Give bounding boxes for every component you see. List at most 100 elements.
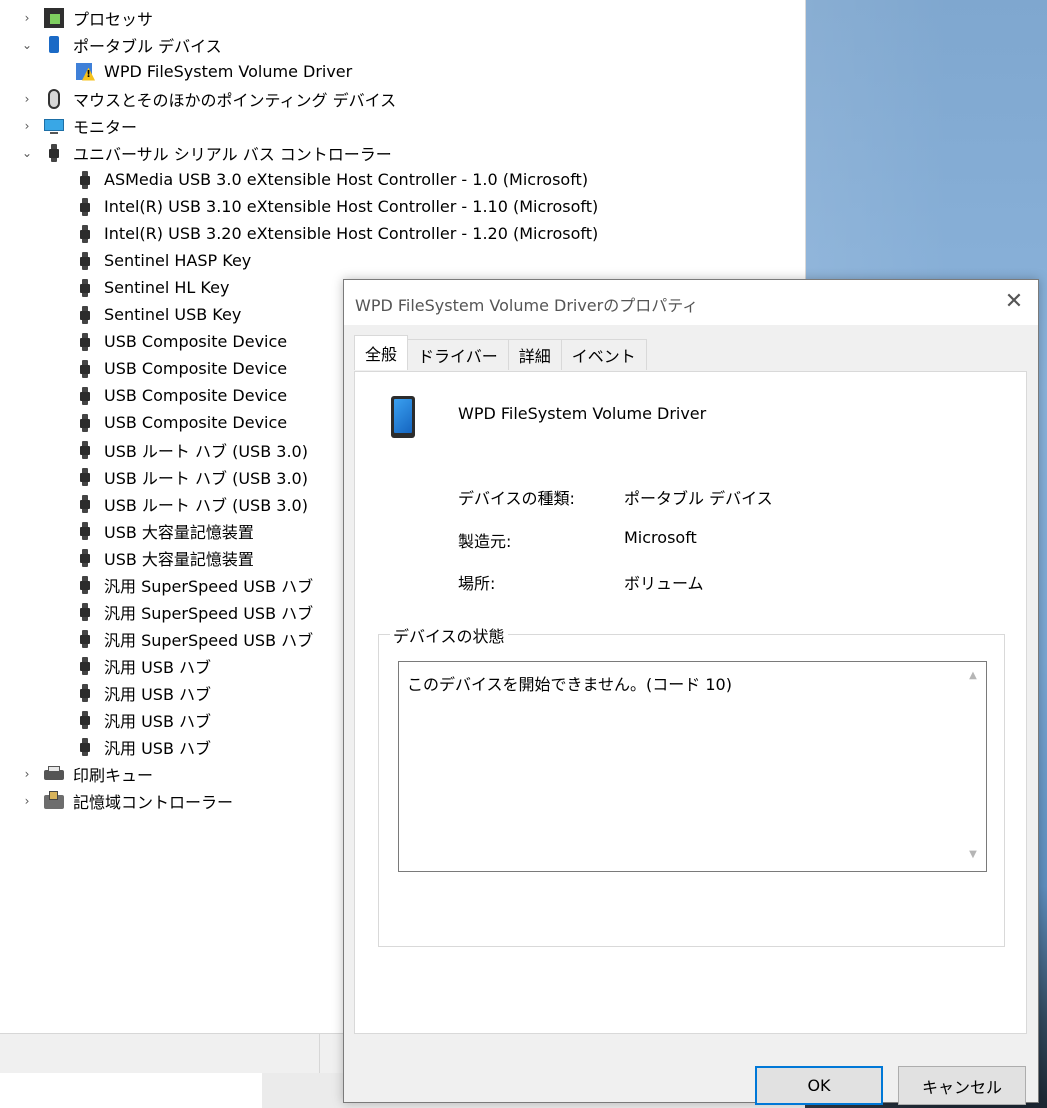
device-status-textbox[interactable]: このデバイスを開始できません。(コード 10) ▲ ▼ [398, 661, 987, 872]
chevron-right-icon[interactable]: › [20, 11, 34, 25]
tree-device-item[interactable]: 汎用 USB ハブ [75, 652, 211, 679]
tree-item-label: 汎用 SuperSpeed USB ハブ [104, 576, 314, 596]
tree-device-item[interactable]: USB Composite Device [75, 409, 287, 436]
tree-item-label: ポータブル デバイス [73, 36, 222, 56]
printer-icon [44, 764, 64, 784]
chevron-right-icon[interactable]: › [20, 767, 34, 781]
tree-device-item[interactable]: USB 大容量記憶装置 [75, 517, 254, 544]
tab-general[interactable]: 全般 [354, 335, 409, 370]
portable-device-icon [44, 35, 64, 55]
tree-item-label: ASMedia USB 3.0 eXtensible Host Controll… [104, 170, 589, 189]
tree-item-label: 汎用 USB ハブ [104, 711, 212, 731]
properties-dialog: WPD FileSystem Volume Driverのプロパティ ✕ 全般 … [343, 279, 1039, 1103]
tab-details-label: 詳細 [518, 347, 551, 366]
tree-category-item[interactable]: ⌄ ポータブル デバイス [20, 31, 222, 58]
chevron-right-icon[interactable]: › [20, 119, 34, 133]
location-value: ボリューム [624, 574, 704, 593]
tree-device-item[interactable]: 汎用 SuperSpeed USB ハブ [75, 571, 313, 598]
tab-general-label: 全般 [365, 345, 398, 364]
chevron-down-icon[interactable]: ⌄ [20, 146, 34, 160]
dialog-title: WPD FileSystem Volume Driverのプロパティ [355, 296, 699, 315]
storage-controller-icon [44, 790, 64, 811]
close-icon[interactable]: ✕ [1000, 288, 1028, 316]
tree-device-item[interactable]: USB ルート ハブ (USB 3.0) [75, 436, 308, 463]
chevron-down-icon[interactable]: ⌄ [20, 38, 34, 52]
usb-icon [75, 251, 95, 271]
manufacturer-label: 製造元: [458, 532, 512, 551]
device-type-value: ポータブル デバイス [624, 489, 773, 508]
usb-icon [75, 170, 95, 190]
tree-device-item[interactable]: WPD FileSystem Volume Driver [75, 58, 352, 85]
tree-item-label: 汎用 SuperSpeed USB ハブ [104, 603, 314, 623]
tree-category-item[interactable]: › 印刷キュー [20, 760, 153, 787]
usb-icon [75, 602, 95, 622]
tree-item-label: Sentinel HASP Key [104, 251, 252, 270]
tree-category-item[interactable]: › 記憶域コントローラー [20, 787, 233, 814]
tree-item-label: USB Composite Device [104, 386, 288, 405]
tree-item-label: USB ルート ハブ (USB 3.0) [104, 468, 308, 488]
usb-icon [75, 521, 95, 541]
usb-icon [75, 737, 95, 757]
usb-icon [75, 224, 95, 244]
tree-item-label: 汎用 USB ハブ [104, 738, 212, 758]
usb-icon [75, 629, 95, 649]
tree-device-item[interactable]: Intel(R) USB 3.10 eXtensible Host Contro… [75, 193, 598, 220]
tree-item-label: 汎用 USB ハブ [104, 657, 212, 677]
tree-item-label: Intel(R) USB 3.20 eXtensible Host Contro… [104, 224, 599, 243]
tree-device-item[interactable]: USB Composite Device [75, 382, 287, 409]
tree-device-item[interactable]: USB ルート ハブ (USB 3.0) [75, 490, 308, 517]
tree-device-item[interactable]: ASMedia USB 3.0 eXtensible Host Controll… [75, 166, 588, 193]
usb-icon [75, 386, 95, 406]
tree-category-item[interactable]: › モニター [20, 112, 137, 139]
tree-device-item[interactable]: USB 大容量記憶装置 [75, 544, 254, 571]
tree-item-label: Sentinel HL Key [104, 278, 230, 297]
manufacturer-value: Microsoft [624, 528, 697, 547]
tree-device-item[interactable]: 汎用 USB ハブ [75, 733, 211, 760]
tree-item-label: USB 大容量記憶装置 [104, 549, 254, 569]
dialog-titlebar[interactable]: WPD FileSystem Volume Driverのプロパティ ✕ [344, 280, 1038, 325]
scroll-down-arrow-icon[interactable]: ▼ [966, 849, 980, 863]
tree-device-item[interactable]: USB Composite Device [75, 328, 287, 355]
tree-item-label: 汎用 SuperSpeed USB ハブ [104, 630, 314, 650]
device-name: WPD FileSystem Volume Driver [458, 404, 707, 423]
tree-device-item[interactable]: Sentinel USB Key [75, 301, 241, 328]
ok-button-label: OK [807, 1076, 831, 1095]
tree-category-item[interactable]: ⌄ ユニバーサル シリアル バス コントローラー [20, 139, 392, 166]
usb-icon [75, 710, 95, 730]
tree-device-item[interactable]: 汎用 SuperSpeed USB ハブ [75, 625, 313, 652]
chevron-right-icon[interactable]: › [20, 794, 34, 808]
tab-events-label: イベント [571, 347, 636, 366]
ok-button[interactable]: OK [755, 1066, 883, 1105]
tree-category-item[interactable]: › プロセッサ [20, 4, 153, 31]
tab-driver-label: ドライバー [418, 347, 498, 366]
cancel-button[interactable]: キャンセル [898, 1066, 1026, 1105]
usb-icon [75, 413, 95, 433]
tree-device-item[interactable]: 汎用 USB ハブ [75, 706, 211, 733]
tree-device-item[interactable]: USB ルート ハブ (USB 3.0) [75, 463, 308, 490]
tree-device-item[interactable]: USB Composite Device [75, 355, 287, 382]
usb-icon [75, 494, 95, 514]
tree-item-label: プロセッサ [73, 9, 154, 29]
tab-events[interactable]: イベント [560, 339, 647, 370]
cpu-icon [44, 7, 64, 28]
scroll-up-arrow-icon[interactable]: ▲ [966, 670, 980, 684]
usb-icon [75, 548, 95, 568]
usb-icon [75, 656, 95, 676]
tree-item-label: USB Composite Device [104, 332, 288, 351]
usb-icon [75, 197, 95, 217]
tree-item-label: モニター [73, 117, 138, 137]
tab-details[interactable]: 詳細 [507, 339, 562, 370]
device-status-legend: デバイスの状態 [390, 623, 508, 647]
device-type-label: デバイスの種類: [458, 489, 575, 508]
tree-item-label: 印刷キュー [73, 765, 154, 785]
tree-item-label: USB Composite Device [104, 413, 288, 432]
tree-device-item[interactable]: Intel(R) USB 3.20 eXtensible Host Contro… [75, 220, 598, 247]
tree-device-item[interactable]: Sentinel HL Key [75, 274, 229, 301]
tree-category-item[interactable]: › マウスとそのほかのポインティング デバイス [20, 85, 396, 112]
tree-device-item[interactable]: Sentinel HASP Key [75, 247, 251, 274]
tree-device-item[interactable]: 汎用 SuperSpeed USB ハブ [75, 598, 313, 625]
tree-device-item[interactable]: 汎用 USB ハブ [75, 679, 211, 706]
device-status-group: デバイスの状態 このデバイスを開始できません。(コード 10) ▲ ▼ [378, 623, 1005, 947]
chevron-right-icon[interactable]: › [20, 92, 34, 106]
tab-driver[interactable]: ドライバー [407, 339, 509, 370]
